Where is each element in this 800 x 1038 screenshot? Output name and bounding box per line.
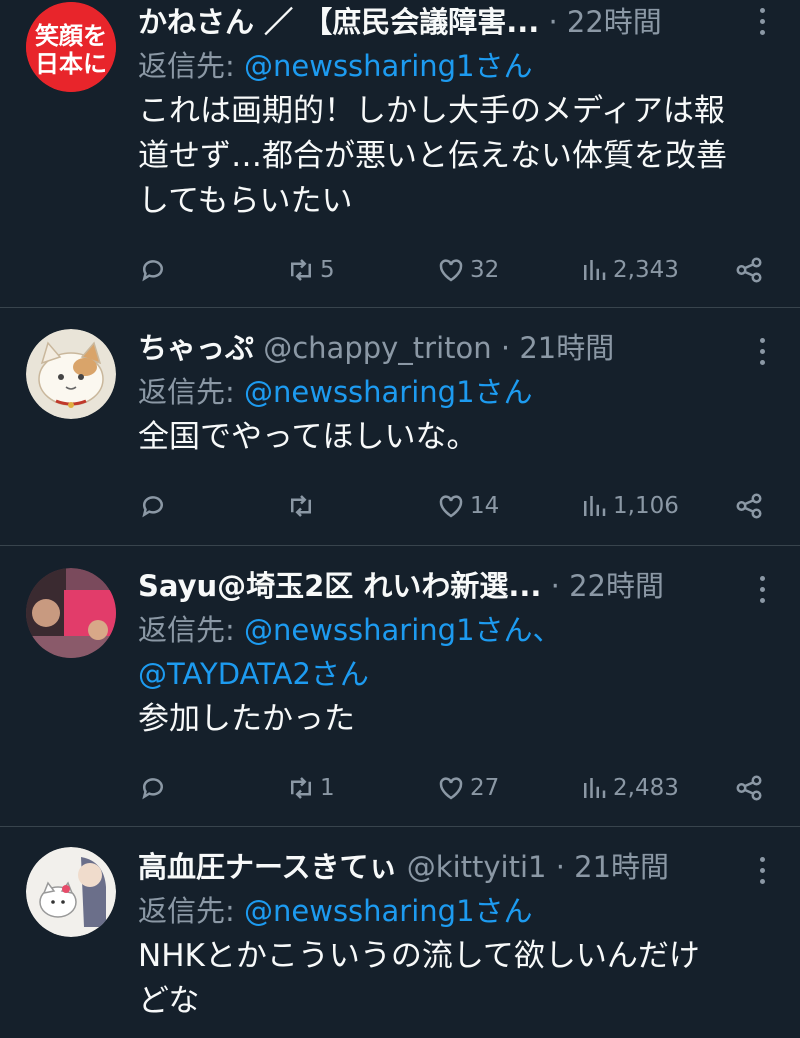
reply-mention[interactable]: @newssharing1さん [244,894,533,928]
more-icon[interactable] [758,857,768,890]
tweet-header: ちゃっぷ @chappy_triton · 21時間 [138,331,615,365]
retweet-button[interactable] [286,486,320,526]
reply-icon [142,778,163,800]
retweet-count: 5 [320,257,335,283]
views-button[interactable]: 1,106 [579,486,679,526]
retweet-icon [291,777,311,799]
views-button[interactable]: 2,483 [579,768,679,808]
avatar[interactable]: 笑顔を 日本に [26,2,116,92]
share-icon [736,493,762,519]
reply-icon [142,260,163,282]
like-button[interactable]: 14 [436,486,499,526]
share-button[interactable] [734,486,764,526]
avatar-image [26,568,116,658]
timestamp[interactable]: 21時間 [574,850,669,884]
like-icon [439,259,463,282]
tweet-text: NHKとかこういうの流して欲しいんだけどな [138,938,700,1019]
reply-button[interactable] [138,768,172,808]
avatar-image [26,847,116,937]
avatar[interactable] [26,329,116,419]
view-count: 2,343 [613,257,679,283]
reply-mention[interactable]: @TAYDATA2さん [138,657,369,691]
avatar-image [26,329,116,419]
share-icon [736,257,762,283]
retweet-count: 1 [320,775,335,801]
share-icon [736,775,762,801]
display-name[interactable]: かねさん ／ 【庶民会議障害... [138,5,539,39]
reply-mention[interactable]: @newssharing1さん、 [244,613,562,647]
tweet-actions: 1 27 2,483 [138,768,764,808]
like-icon [439,777,463,800]
tweet-text: 参加したかった [138,701,355,737]
retweet-icon [291,495,311,517]
tweet[interactable]: 高血圧ナースきてぃ @kittyiti1 · 21時間 返信先: @newssh… [0,827,800,1038]
svg-text:日本に: 日本に [35,50,107,78]
like-count: 32 [470,257,500,283]
reply-icon [142,496,163,518]
like-button[interactable]: 32 [436,250,499,290]
timestamp[interactable]: 22時間 [567,5,662,39]
views-icon [584,260,606,280]
reply-mention[interactable]: @newssharing1さん [244,375,533,409]
avatar[interactable] [26,568,116,658]
tweet-header: かねさん ／ 【庶民会議障害... · 22時間 [138,5,662,39]
retweet-button[interactable]: 5 [286,250,335,290]
tweet-content: かねさん ／ 【庶民会議障害... · 22時間 返信先: @newsshari… [138,0,730,224]
retweet-button[interactable]: 1 [286,768,335,808]
reply-to: 返信先: @newssharing1さん [138,375,533,409]
views-icon [584,778,606,798]
more-icon[interactable] [758,338,768,371]
avatar-image: 笑顔を 日本に [26,2,116,92]
reply-to: 返信先: @newssharing1さん、 @TAYDATA2さん [138,613,562,691]
timestamp[interactable]: 22時間 [569,569,664,603]
reply-mention[interactable]: @newssharing1さん [244,49,533,83]
more-icon[interactable] [758,8,768,41]
reply-to: 返信先: @newssharing1さん [138,49,533,83]
share-button[interactable] [734,768,764,808]
display-name[interactable]: Sayu@埼玉2区 れいわ新選... [138,569,541,603]
share-button[interactable] [734,250,764,290]
view-count: 2,483 [613,775,679,801]
tweet[interactable]: ちゃっぷ @chappy_triton · 21時間 返信先: @newssha… [0,308,800,546]
tweet-header: Sayu@埼玉2区 れいわ新選... · 22時間 [138,569,664,603]
tweet-text: 全国でやってほしいな。 [138,419,478,455]
display-name[interactable]: 高血圧ナースきてぃ [138,850,398,884]
display-name[interactable]: ちゃっぷ [138,331,254,365]
views-icon [584,496,606,516]
tweet-actions: 5 32 2,343 [138,250,764,290]
more-icon[interactable] [758,576,768,609]
tweet[interactable]: Sayu@埼玉2区 れいわ新選... · 22時間 返信先: @newsshar… [0,546,800,827]
tweet-content: ちゃっぷ @chappy_triton · 21時間 返信先: @newssha… [138,326,730,460]
tweet-text: これは画期的！しかし大手のメディアは報道せず…都合が悪いと伝えない体質を改善して… [138,93,727,219]
reply-button[interactable] [138,250,172,290]
like-button[interactable]: 27 [436,768,499,808]
like-count: 27 [470,775,500,801]
tweet-content: Sayu@埼玉2区 れいわ新選... · 22時間 返信先: @newsshar… [138,564,730,742]
avatar-text: 笑顔を [35,22,107,50]
tweet-header: 高血圧ナースきてぃ @kittyiti1 · 21時間 [138,850,670,884]
timestamp[interactable]: 21時間 [519,331,614,365]
tweet-actions: 14 1,106 [138,486,764,526]
retweet-icon [291,259,311,281]
like-count: 14 [470,493,500,519]
avatar[interactable] [26,847,116,937]
tweet[interactable]: 笑顔を 日本に かねさん ／ 【庶民会議障害... · 22時間 返信先: @n… [0,0,800,308]
like-icon [439,495,463,518]
views-button[interactable]: 2,343 [579,250,679,290]
view-count: 1,106 [613,493,679,519]
handle[interactable]: @chappy_triton [263,331,491,365]
reply-to: 返信先: @newssharing1さん [138,894,533,928]
tweet-content: 高血圧ナースきてぃ @kittyiti1 · 21時間 返信先: @newssh… [138,845,730,1024]
reply-button[interactable] [138,486,172,526]
handle[interactable]: @kittyiti1 [407,850,547,884]
